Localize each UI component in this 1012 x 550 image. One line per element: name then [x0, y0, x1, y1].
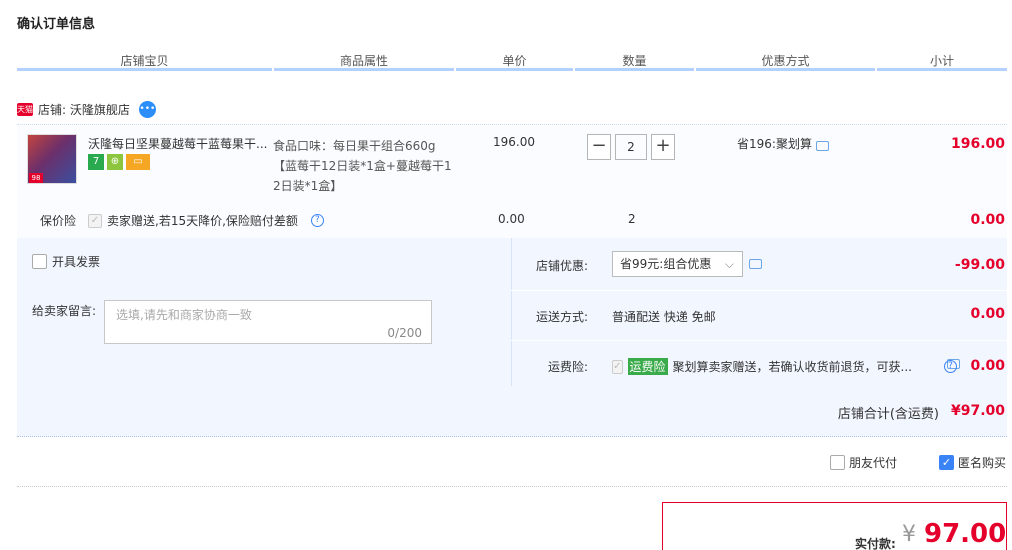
col-underline: [456, 68, 573, 71]
friend-pay-checkbox[interactable]: [830, 455, 845, 470]
shipping-insurance-tag: 运费险: [627, 358, 668, 375]
message-icon[interactable]: [749, 259, 762, 269]
shipping-insurance-checkbox: ✓: [612, 359, 623, 374]
shipping-amount: 0.00: [970, 306, 1005, 322]
product-attributes: 食品口味：每日果干组合660g 【蓝莓干12日装*1盒+蔓越莓干1 2日装*1盒…: [273, 136, 458, 196]
shop-discount-amount: -99.00: [954, 257, 1005, 273]
seven-day-return-icon: 7: [88, 154, 104, 170]
friend-pay-option[interactable]: 朋友代付: [830, 454, 897, 471]
shop-total-label: 店铺合计(含运费): [837, 407, 939, 422]
remark-counter: 0/200: [387, 326, 422, 340]
insurance-subtotal: 0.00: [970, 212, 1005, 228]
insurance-price: 0.00: [498, 212, 525, 226]
col-unit-price: 单价: [502, 54, 527, 68]
shipping-insurance-amount: 0.00: [970, 358, 1005, 374]
col-underline: [274, 68, 454, 71]
divider: [511, 340, 1007, 341]
anonymous-option[interactable]: ✓ 匿名购买: [939, 454, 1006, 471]
thumb-price-tag: 98: [29, 173, 43, 183]
friend-pay-label: 朋友代付: [849, 456, 898, 470]
shop-discount-label: 店铺优惠:: [536, 259, 589, 273]
remark-placeholder: 选填,请先和商家协商一致: [116, 308, 252, 322]
divider: [17, 486, 1007, 487]
remark-textarea[interactable]: 选填,请先和商家协商一致 0/200: [104, 300, 432, 344]
payment-label: 实付款:: [855, 537, 896, 550]
page-title: 确认订单信息: [17, 17, 96, 32]
message-icon[interactable]: [815, 140, 829, 151]
col-subtotal: 小计: [929, 54, 954, 68]
payment-amount: 97.00: [924, 519, 1007, 549]
shipping-insurance-label: 运费险:: [548, 360, 589, 374]
decrease-button[interactable]: −: [587, 134, 611, 160]
shipping-insurance-desc: 聚划算卖家赠送，若确认收货前退货，可获...: [672, 360, 912, 374]
col-underline: [17, 68, 272, 71]
attr-line: 【蓝莓干12日装*1盒+蔓越莓干1: [273, 159, 452, 173]
insurance-desc: 卖家赠送,若15天降价,保险赔付差额: [107, 214, 298, 228]
invoice-checkbox[interactable]: [32, 254, 47, 269]
attr-line: 食品口味：每日果干组合660g: [273, 139, 436, 153]
col-underline: [575, 68, 694, 71]
shop-row: 天猫 店铺: 沃隆旗舰店 •••: [17, 101, 156, 118]
help-icon[interactable]: ?: [944, 360, 957, 373]
insurance-qty: 2: [628, 212, 636, 226]
chat-bubble-icon[interactable]: •••: [138, 101, 156, 118]
product-title-link[interactable]: 沃隆每日坚果蔓越莓干蓝莓果干...: [88, 135, 270, 152]
tmall-icon: 天猫: [17, 103, 33, 116]
invoice-option[interactable]: 开具发票: [32, 253, 100, 270]
divider: [511, 290, 1007, 291]
shipping-label: 运送方式:: [536, 310, 589, 324]
promo-info: 省196:聚划算: [737, 135, 829, 152]
shop-total-amount: ¥97.00: [950, 403, 1005, 419]
chevron-down-icon: ⌵: [724, 257, 734, 271]
col-discount: 优惠方式: [761, 54, 810, 68]
quantity-stepper: − 2 +: [587, 134, 675, 160]
increase-button[interactable]: +: [651, 134, 675, 160]
anonymous-checkbox[interactable]: ✓: [939, 455, 954, 470]
attr-line: 2日装*1盒】: [273, 179, 343, 193]
table-header: 店铺宝贝 商品属性 单价 数量 优惠方式 小计: [17, 48, 1007, 72]
remark-label: 给卖家留言:: [32, 304, 97, 318]
shipping-value: 普通配送 快递 免邮: [612, 310, 716, 324]
col-attributes: 商品属性: [339, 54, 388, 68]
col-quantity: 数量: [622, 54, 647, 68]
invoice-label: 开具发票: [52, 255, 101, 269]
item-subtotal: 196.00: [950, 136, 1005, 152]
anonymous-label: 匿名购买: [958, 456, 1007, 470]
currency-symbol: ¥: [902, 522, 916, 547]
promo-text: 省196:聚划算: [737, 137, 812, 151]
col-product: 店铺宝贝: [120, 54, 169, 68]
guarantee-icon: ⊕: [107, 154, 123, 170]
col-underline: [696, 68, 875, 71]
unit-price: 196.00: [493, 135, 535, 149]
shipping-insurance-option: ✓ 运费险 聚划算卖家赠送，若确认收货前退货，可获...: [612, 358, 912, 375]
help-icon[interactable]: ?: [310, 214, 324, 227]
shop-discount-select[interactable]: 省99元:组合优惠 ⌵: [612, 251, 743, 277]
quantity-input[interactable]: 2: [615, 134, 647, 160]
shop-discount-selected: 省99元:组合优惠: [620, 257, 712, 271]
shop-name[interactable]: 店铺: 沃隆旗舰店: [38, 101, 130, 118]
insurance-checkbox: ✓: [88, 213, 102, 228]
col-underline: [877, 68, 1007, 71]
credit-card-icon: ▭: [126, 154, 150, 170]
insurance-label: 保价险: [40, 214, 77, 228]
insurance-option: ✓ 卖家赠送,若15天降价,保险赔付差额 ?: [88, 212, 324, 229]
